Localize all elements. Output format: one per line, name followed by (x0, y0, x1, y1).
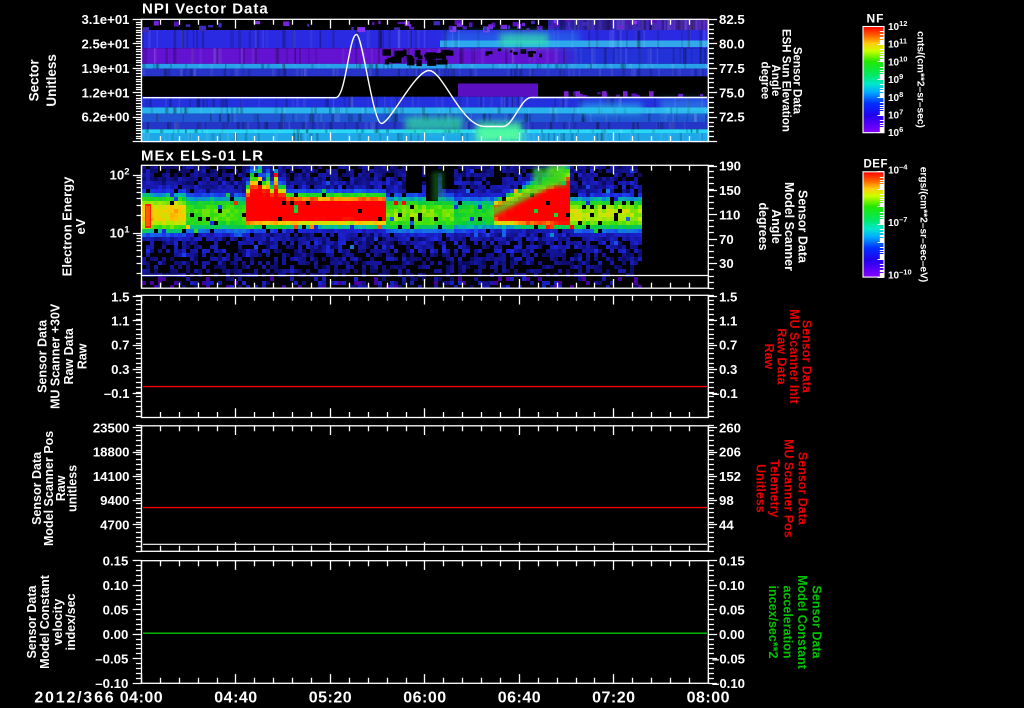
svg-text:4700: 4700 (100, 517, 129, 532)
svg-text:1.5: 1.5 (719, 289, 737, 304)
svg-text:6.2e+00: 6.2e+00 (81, 110, 129, 125)
svg-text:Sensor DataMU Scanner +30VRaw: Sensor DataMU Scanner +30VRaw DataRaw (35, 303, 89, 409)
svg-text:1.1: 1.1 (719, 314, 737, 329)
svg-text:190: 190 (719, 159, 741, 174)
svg-text:–0.05: –0.05 (95, 651, 128, 666)
svg-text:10–10: 10–10 (888, 268, 912, 282)
svg-text:3.1e+01: 3.1e+01 (81, 12, 129, 27)
svg-text:206: 206 (719, 445, 741, 460)
svg-text:110: 110 (719, 207, 740, 222)
svg-text:08:00: 08:00 (687, 690, 730, 707)
svg-text:82.5: 82.5 (719, 12, 745, 27)
svg-text:98: 98 (719, 493, 734, 508)
svg-text:0.05: 0.05 (103, 602, 129, 617)
svg-text:1012: 1012 (888, 19, 907, 33)
svg-text:0.00: 0.00 (103, 627, 129, 642)
svg-text:1.1: 1.1 (111, 314, 129, 329)
svg-text:1010: 1010 (888, 54, 907, 68)
svg-text:2012/366: 2012/366 (34, 690, 115, 707)
svg-text:102: 102 (110, 167, 130, 183)
svg-text:77.5: 77.5 (719, 61, 745, 76)
svg-text:101: 101 (110, 225, 131, 241)
svg-text:04:40: 04:40 (214, 690, 257, 707)
svg-text:NF: NF (867, 12, 885, 26)
svg-text:70: 70 (719, 232, 734, 247)
svg-text:DEF: DEF (864, 159, 889, 171)
svg-text:80.0: 80.0 (719, 36, 745, 51)
svg-text:Sensor DataModel Constantveloc: Sensor DataModel Constantvelocityindex/s… (25, 574, 78, 669)
svg-text:Sensor DataESH Sun ElevationAn: Sensor DataESH Sun ElevationAngledegree (759, 29, 803, 132)
svg-text:0.10: 0.10 (103, 578, 129, 593)
svg-text:0.00: 0.00 (719, 627, 745, 642)
svg-text:0.15: 0.15 (103, 553, 129, 568)
svg-text:150: 150 (719, 183, 741, 198)
svg-text:ergs/(cm**2–sr–sec–eV): ergs/(cm**2–sr–sec–eV) (917, 167, 928, 283)
svg-text:2.5e+01: 2.5e+01 (81, 36, 129, 51)
svg-text:18800: 18800 (93, 445, 130, 460)
svg-text:75.0: 75.0 (719, 85, 745, 100)
svg-text:10–7: 10–7 (888, 215, 907, 229)
svg-text:14100: 14100 (93, 469, 130, 484)
svg-text:–0.05: –0.05 (712, 651, 745, 666)
svg-text:0.7: 0.7 (111, 338, 129, 353)
svg-text:0.05: 0.05 (719, 602, 745, 617)
svg-text:Sensor DataModel Scanner PosRa: Sensor DataModel Scanner PosRawunitless (30, 431, 79, 546)
svg-text:0.15: 0.15 (719, 553, 745, 568)
svg-text:9400: 9400 (100, 493, 129, 508)
svg-text:07:20: 07:20 (592, 690, 635, 707)
svg-text:06:40: 06:40 (498, 690, 541, 707)
svg-text:30: 30 (719, 256, 734, 271)
svg-text:Sensor DataMU Scanner InltRaw: Sensor DataMU Scanner InltRaw DataRaw (762, 309, 814, 404)
svg-text:44: 44 (719, 517, 734, 532)
svg-text:10–4: 10–4 (888, 163, 908, 177)
svg-text:–0.1: –0.1 (712, 386, 738, 401)
svg-text:107: 107 (888, 108, 903, 122)
svg-text:cnts/(cm**2–sr–sec): cnts/(cm**2–sr–sec) (914, 31, 925, 128)
svg-text:23500: 23500 (93, 421, 130, 436)
svg-text:106: 106 (888, 125, 903, 139)
svg-text:108: 108 (888, 90, 903, 104)
svg-text:NPI Vector Data: NPI Vector Data (142, 1, 269, 18)
svg-text:MEx ELS-01 LR: MEx ELS-01 LR (141, 148, 264, 165)
svg-text:Sensor DataMU Scanner PosTelem: Sensor DataMU Scanner PosTelemetryUnitle… (754, 439, 810, 538)
svg-text:109: 109 (888, 72, 903, 86)
svg-text:260: 260 (719, 421, 741, 436)
svg-text:1.5: 1.5 (111, 289, 129, 304)
svg-text:152: 152 (719, 469, 741, 484)
svg-text:0.7: 0.7 (719, 338, 737, 353)
svg-text:1.9e+01: 1.9e+01 (81, 61, 129, 76)
svg-text:Electron EnergyeV: Electron EnergyeV (59, 176, 88, 276)
svg-text:72.5: 72.5 (719, 110, 745, 125)
svg-text:0.3: 0.3 (111, 362, 129, 377)
svg-text:–0.1: –0.1 (104, 386, 130, 401)
svg-text:Sensor DataModel ScannerAngled: Sensor DataModel ScannerAngledegrees (756, 182, 810, 271)
svg-text:06:00: 06:00 (403, 690, 446, 707)
svg-text:05:20: 05:20 (309, 690, 352, 707)
svg-text:1011: 1011 (888, 37, 907, 51)
svg-text:0.10: 0.10 (719, 578, 745, 593)
svg-text:Sensor DataModel Constantaccel: Sensor DataModel Constantaccelerationinc… (766, 575, 824, 670)
svg-text:04:00: 04:00 (120, 690, 163, 707)
svg-text:0.3: 0.3 (719, 362, 737, 377)
svg-text:1.2e+01: 1.2e+01 (81, 85, 129, 100)
svg-text:SectorUnitless: Sector Unitless (27, 54, 60, 107)
